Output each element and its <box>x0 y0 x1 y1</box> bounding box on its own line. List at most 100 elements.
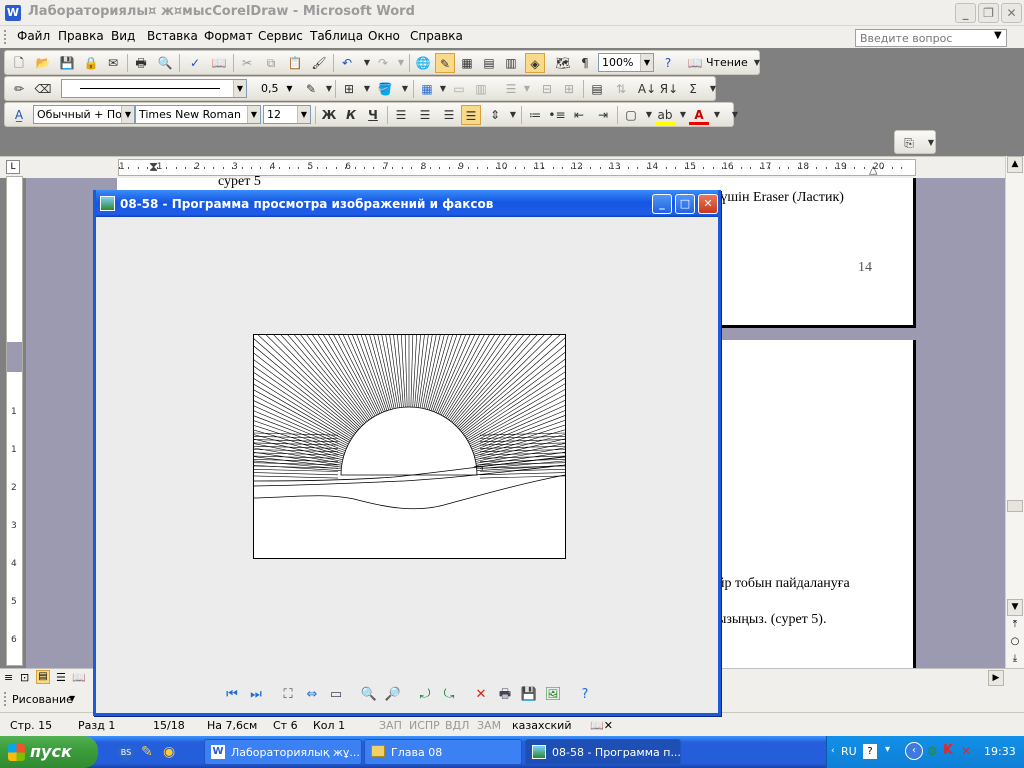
word-app-icon[interactable]: W <box>5 5 21 21</box>
normal-view-icon[interactable]: ≡ <box>4 671 13 684</box>
web-view-icon[interactable]: ⊡ <box>20 671 29 684</box>
toolbar-options-icon[interactable]: ▼ <box>921 133 941 153</box>
status-track[interactable]: ИСПР <box>409 719 440 732</box>
shading-icon[interactable]: 🪣 <box>375 79 395 99</box>
distribute-columns-icon[interactable]: ⊞ <box>559 79 579 99</box>
highlight-icon[interactable]: ab <box>655 105 675 125</box>
tray-arrow-icon[interactable]: ▾ <box>885 744 890 755</box>
indent-marker-icon[interactable]: ⧗ <box>149 160 158 175</box>
toolbar-options-icon[interactable]: ▼ <box>747 53 767 73</box>
read-button[interactable]: Чтение <box>706 56 748 69</box>
viewer-minimize-button[interactable]: _ <box>652 194 672 214</box>
zoom-in-icon[interactable]: 🔍 <box>360 686 378 704</box>
align-right-icon[interactable]: ☰ <box>439 105 459 125</box>
toolbar-options-icon[interactable]: ▼ <box>703 79 723 99</box>
toolbar-grip[interactable] <box>4 692 7 706</box>
help-icon[interactable]: ? <box>576 686 594 704</box>
paste-icon[interactable]: 📋 <box>285 53 305 73</box>
font-select[interactable]: Times New Roman ▼ <box>135 105 261 124</box>
status-extend[interactable]: ВДЛ <box>445 719 469 732</box>
viewer-close-button[interactable]: ✕ <box>698 194 718 214</box>
chevron-down-icon[interactable]: ▼ <box>297 106 310 123</box>
scroll-right-icon[interactable]: ▶ <box>988 670 1004 686</box>
right-indent-icon[interactable]: △ <box>869 163 877 176</box>
scroll-down-icon[interactable]: ▼ <box>1007 599 1023 616</box>
tables-borders-icon[interactable]: ✎ <box>435 53 455 73</box>
email-icon[interactable]: ✉ <box>103 53 123 73</box>
text-direction-icon[interactable]: ⇅ <box>611 79 631 99</box>
outside-border-icon[interactable]: ▢ <box>621 105 641 125</box>
chevron-down-icon[interactable]: ▼ <box>517 79 537 99</box>
zoom-out-icon[interactable]: 🔎 <box>384 686 402 704</box>
distribute-rows-icon[interactable]: ⊟ <box>537 79 557 99</box>
line-spacing-icon[interactable]: ⇕ <box>485 105 505 125</box>
align-center-icon[interactable]: ☰ <box>415 105 435 125</box>
browse-object-icon[interactable]: ○ <box>1007 634 1023 651</box>
font-size-select[interactable]: 12 ▼ <box>263 105 311 124</box>
delete-icon[interactable]: ✕ <box>472 686 490 704</box>
document-map-icon[interactable]: 🗺 <box>553 53 573 73</box>
print-layout-icon[interactable]: ▤ <box>36 670 50 684</box>
menu-window[interactable]: Окно <box>368 29 400 43</box>
chevron-down-icon[interactable]: ▼ <box>283 80 296 97</box>
vertical-scrollbar[interactable]: ▲ ▼ ⤒ ○ ⤓ <box>1005 156 1024 668</box>
increase-indent-icon[interactable]: ⇥ <box>593 105 613 125</box>
copy-icon[interactable]: ⧉ <box>261 53 281 73</box>
undo-icon[interactable]: ↶ <box>337 53 357 73</box>
menu-table[interactable]: Таблица <box>310 29 363 43</box>
italic-button[interactable]: К <box>341 105 361 125</box>
menu-edit[interactable]: Правка <box>58 29 104 43</box>
border-color-icon[interactable]: ✎ <box>301 79 321 99</box>
quicklaunch-media-icon[interactable]: ◉ <box>163 744 175 760</box>
print-icon[interactable]: 🖶 <box>496 686 514 704</box>
redo-dropdown-icon[interactable]: ▼ <box>391 53 411 73</box>
drawing-menu-button[interactable]: Рисование <box>12 693 73 706</box>
redo-icon[interactable]: ↷ <box>373 53 393 73</box>
chevron-down-icon[interactable]: ▼ <box>357 79 377 99</box>
tray-antivirus-icon[interactable]: K <box>943 743 953 758</box>
help-search-input[interactable]: Введите вопрос <box>855 29 1007 47</box>
word-minimize-button[interactable]: _ <box>955 3 976 23</box>
insert-table-icon[interactable]: ▦ <box>457 53 477 73</box>
toolbar-options-icon[interactable]: ▼ <box>725 105 745 125</box>
chevron-down-icon[interactable]: ▼ <box>319 79 339 99</box>
rotate-ccw-icon[interactable]: ⤿ <box>440 686 458 704</box>
merge-cells-icon[interactable]: ▭ <box>449 79 469 99</box>
tray-security-icon[interactable]: ✕ <box>961 744 971 758</box>
next-image-icon[interactable]: ⏭ <box>247 686 265 704</box>
status-overtype[interactable]: ЗАМ <box>477 719 501 732</box>
scroll-thumb[interactable] <box>1007 500 1023 512</box>
track-changes-icon[interactable]: ⎘ <box>899 133 919 153</box>
bold-button[interactable]: Ж <box>319 105 339 125</box>
chevron-down-icon[interactable]: ▼ <box>707 105 727 125</box>
best-fit-icon[interactable]: ⛶ <box>279 686 297 704</box>
spelling-icon[interactable]: ✓ <box>185 53 205 73</box>
prev-image-icon[interactable]: ⏮ <box>223 686 241 704</box>
autoformat-icon[interactable]: ▤ <box>587 79 607 99</box>
chevron-down-icon[interactable]: ▼ <box>121 106 134 123</box>
tray-network-icon[interactable]: ⚙ <box>927 744 938 758</box>
status-record[interactable]: ЗАП <box>379 719 402 732</box>
justify-icon[interactable]: ☰ <box>461 105 481 125</box>
language-indicator[interactable]: RU <box>841 745 857 758</box>
draw-table-icon[interactable]: ✏ <box>9 79 29 99</box>
cut-icon[interactable]: ✂ <box>237 53 257 73</box>
menu-grip[interactable] <box>4 30 7 44</box>
zoom-select[interactable]: 100% ▼ <box>598 53 654 72</box>
bullets-icon[interactable]: •≡ <box>547 105 567 125</box>
next-page-icon[interactable]: ⤓ <box>1007 651 1023 668</box>
taskbar-viewer-button[interactable]: 08-58 - Программа п... <box>525 739 681 765</box>
outline-view-icon[interactable]: ☰ <box>56 671 66 684</box>
prev-page-icon[interactable]: ⤒ <box>1007 617 1023 634</box>
tray-back-icon[interactable]: ‹ <box>905 742 923 760</box>
eraser-icon[interactable]: ⌫ <box>33 79 53 99</box>
slideshow-icon[interactable]: ▭ <box>327 686 345 704</box>
help-icon[interactable]: ? <box>658 53 678 73</box>
chevron-down-icon[interactable]: ▼ <box>233 80 246 97</box>
numbering-icon[interactable]: ≔ <box>525 105 545 125</box>
vertical-ruler[interactable]: 11234567 <box>6 176 23 683</box>
autosum-icon[interactable]: Σ <box>683 79 703 99</box>
font-color-icon[interactable]: A <box>689 105 709 125</box>
line-weight-select[interactable]: 0,5 ▼ <box>257 79 297 98</box>
chevron-down-icon[interactable]: ▼ <box>247 106 260 123</box>
